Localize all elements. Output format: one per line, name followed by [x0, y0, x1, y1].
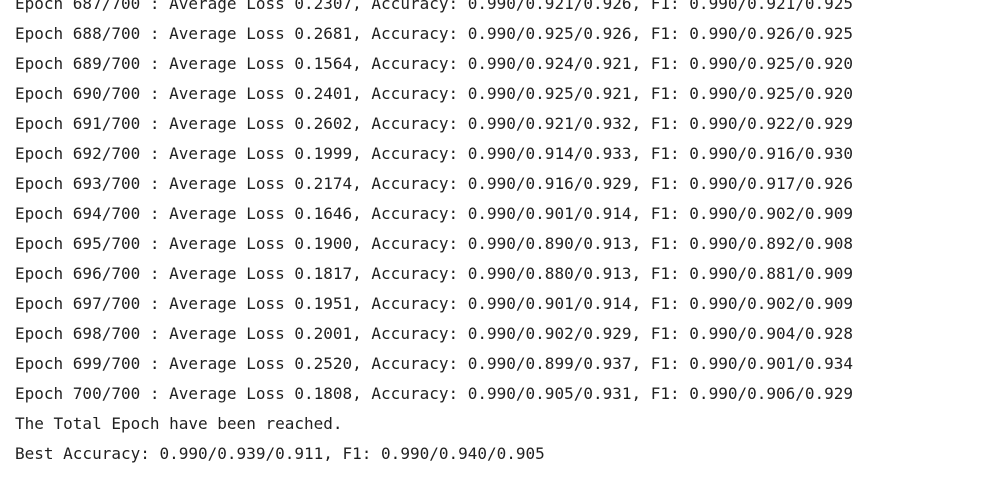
log-line-epoch-690: Epoch 690/700 : Average Loss 0.2401, Acc… — [15, 84, 854, 103]
log-line-epoch-687: Epoch 687/700 : Average Loss 0.2307, Acc… — [15, 0, 854, 13]
log-line-epoch-694: Epoch 694/700 : Average Loss 0.1646, Acc… — [15, 204, 854, 223]
log-line-epoch-699: Epoch 699/700 : Average Loss 0.2520, Acc… — [15, 354, 854, 373]
log-line-epoch-689: Epoch 689/700 : Average Loss 0.1564, Acc… — [15, 54, 854, 73]
log-line-epoch-693: Epoch 693/700 : Average Loss 0.2174, Acc… — [15, 174, 854, 193]
log-line-epoch-692: Epoch 692/700 : Average Loss 0.1999, Acc… — [15, 144, 854, 163]
log-line-epoch-688: Epoch 688/700 : Average Loss 0.2681, Acc… — [15, 24, 854, 43]
log-line-epoch-698: Epoch 698/700 : Average Loss 0.2001, Acc… — [15, 324, 854, 343]
log-line-best-accuracy: Best Accuracy: 0.990/0.939/0.911, F1: 0.… — [15, 444, 545, 463]
log-line-epoch-700: Epoch 700/700 : Average Loss 0.1808, Acc… — [15, 384, 854, 403]
log-line-epoch-696: Epoch 696/700 : Average Loss 0.1817, Acc… — [15, 264, 854, 283]
log-line-epoch-695: Epoch 695/700 : Average Loss 0.1900, Acc… — [15, 234, 854, 253]
console-output[interactable]: Epoch 687/700 : Average Loss 0.2307, Acc… — [0, 0, 985, 502]
log-line-epoch-691: Epoch 691/700 : Average Loss 0.2602, Acc… — [15, 114, 854, 133]
log-line-epoch-697: Epoch 697/700 : Average Loss 0.1951, Acc… — [15, 294, 854, 313]
log-line-total-epoch-reached: The Total Epoch have been reached. — [15, 414, 343, 433]
console-lines: Epoch 687/700 : Average Loss 0.2307, Acc… — [15, 0, 853, 469]
